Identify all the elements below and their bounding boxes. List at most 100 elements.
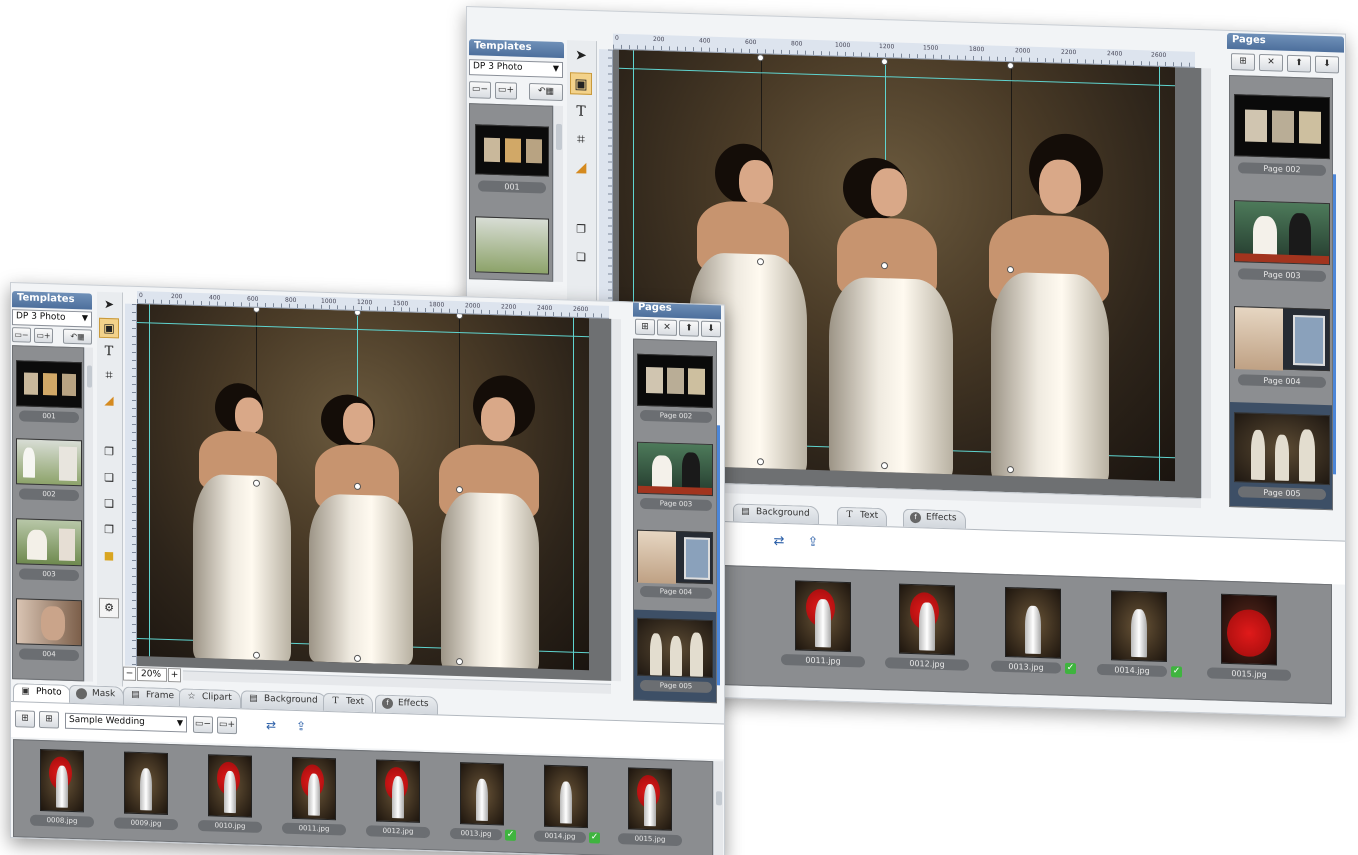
resize-handle[interactable] [354,482,361,491]
resize-handle[interactable] [253,651,260,659]
resize-handle[interactable] [456,658,463,666]
add-photo-button[interactable]: ⊞ [15,710,35,728]
tab-frame[interactable]: ▤ Frame [123,686,184,707]
template-thumb-001[interactable] [16,360,82,409]
send-backward-button[interactable]: ❐ [99,520,119,541]
resize-handle[interactable] [1007,466,1014,474]
zoom-in-button[interactable]: + [168,667,181,683]
folder-remove-button[interactable]: ▭− [469,81,491,99]
pages-scroll-indicator[interactable] [717,425,720,686]
add-page-button[interactable]: ⊞ [635,318,655,336]
photo-thumb[interactable] [628,767,672,831]
template-thumb-003[interactable] [16,518,82,567]
guide-line[interactable] [619,67,1175,87]
photo-tool[interactable]: ▣ [99,317,119,339]
tab-clipart[interactable]: ☆ Clipart [179,688,241,709]
canvas-vertical-scrollbar[interactable] [611,318,621,682]
album-page[interactable] [137,303,589,671]
guide-line[interactable] [573,317,574,670]
text-tool[interactable]: T [570,100,592,123]
photo-thumb[interactable] [544,764,588,829]
resize-handle[interactable] [456,486,463,494]
move-page-up-button[interactable]: ⬆ [1287,54,1311,73]
photo-thumb[interactable] [460,762,504,826]
template-list-scrollbar[interactable] [553,105,563,283]
folder-remove-button[interactable]: ▭− [12,327,31,343]
folder-add-button[interactable]: ▭+ [217,716,237,735]
folder-remove-button[interactable]: ▭− [193,715,213,734]
template-list[interactable]: 001 [469,103,553,282]
tab-effects[interactable]: f Effects [903,508,966,529]
tab-photo[interactable]: ▣ Photo [13,683,71,703]
guide-line[interactable] [1159,66,1160,481]
photo-thumb[interactable] [40,748,84,813]
move-page-down-button[interactable]: ⬇ [701,320,721,338]
photo-thumb[interactable] [124,751,168,815]
fill-color-button[interactable]: ■ [99,546,119,567]
bring-forward-button[interactable]: ❐ [99,442,119,463]
photo-thumb[interactable] [208,754,252,818]
resize-handle[interactable] [1007,266,1014,274]
photo-folder-dropdown[interactable]: Sample Wedding ▼ [65,712,187,733]
tab-mask[interactable]: Mask [69,684,125,705]
delete-page-button[interactable]: ✕ [1259,53,1283,72]
zoom-out-button[interactable]: − [123,666,136,681]
template-set-dropdown[interactable]: DP 3 Photo ▼ [12,309,92,328]
select-tool[interactable]: ➤ [99,294,119,315]
folder-add-button[interactable]: ▭+ [34,327,53,344]
resize-handle[interactable] [757,258,764,266]
page-thumb-004[interactable] [1234,306,1330,372]
photo-thumb[interactable] [795,580,851,653]
tab-text[interactable]: T Text [837,506,888,527]
photo-thumb[interactable] [1005,586,1061,659]
layer-delete-button[interactable]: ❏ [570,246,592,269]
resize-handle[interactable] [881,262,888,270]
pages-scroll-indicator[interactable] [1333,174,1336,475]
guide-line[interactable] [149,304,150,657]
photo-tool[interactable]: ▣ [570,72,592,95]
bring-forward-button[interactable]: ❐ [570,218,592,241]
resize-handle[interactable] [881,462,888,470]
guide-line[interactable] [137,321,589,338]
template-thumb-002[interactable] [16,438,82,487]
page-thumb-002[interactable] [1234,94,1330,160]
pages-list[interactable]: Page 002 Page 003 Page 004 Page 005 [633,338,717,704]
add-page-button[interactable]: ⊞ [1231,53,1255,71]
resize-handle[interactable] [354,654,361,663]
crop-tool[interactable]: ⌗ [99,366,119,387]
template-list-scrollbar[interactable] [84,347,93,682]
photo-thumb[interactable] [292,756,336,821]
photo-thumb[interactable] [899,583,955,656]
tab-effects[interactable]: f Effects [375,694,438,715]
template-thumb-001[interactable] [475,124,549,177]
pages-list[interactable]: Page 002 Page 003 Page 004 Page 005 [1229,74,1333,511]
photo-thumb[interactable] [1221,593,1277,666]
photo-thumb[interactable] [376,759,420,823]
tab-text[interactable]: T Text [323,692,374,713]
photo-thumb[interactable] [1111,590,1167,663]
canvas-vertical-scrollbar[interactable] [1201,68,1211,499]
move-page-down-button[interactable]: ⬇ [1315,55,1339,74]
resize-handle[interactable] [757,458,764,466]
add-all-photos-button[interactable]: ⊞ [39,710,59,729]
page-thumb-003[interactable] [637,441,713,497]
resize-handle[interactable] [1007,62,1014,70]
template-list[interactable]: 001 002 003 004 [12,345,84,682]
resize-handle[interactable] [253,479,260,487]
page-thumb-004[interactable] [637,529,713,585]
layer-remove-button[interactable]: ❏ [99,494,119,515]
select-tool[interactable]: ➤ [570,44,592,67]
swap-photos-button[interactable]: ⇄ [768,533,790,551]
filmstrip-scrollbar[interactable] [713,761,723,855]
page-thumb-005[interactable] [637,617,713,679]
color-tool[interactable]: ◢ [99,390,119,411]
photo-filmstrip[interactable]: 0008.jpg 0009.jpg 0010.jpg 0011.jpg 0012.jpg… [13,739,713,855]
color-tool[interactable]: ◢ [570,156,592,179]
back-filmstrip[interactable]: 0011.jpg 0012.jpg 0013.jpg ✓ 0014.jpg ✓ … [722,565,1332,705]
page-thumb-003[interactable] [1234,200,1330,266]
move-page-up-button[interactable]: ⬆ [679,320,699,337]
settings-button[interactable]: ⚙ [99,597,119,619]
resize-handle[interactable] [881,58,888,66]
design-canvas[interactable] [137,303,611,681]
template-thumb-004[interactable] [16,598,82,647]
